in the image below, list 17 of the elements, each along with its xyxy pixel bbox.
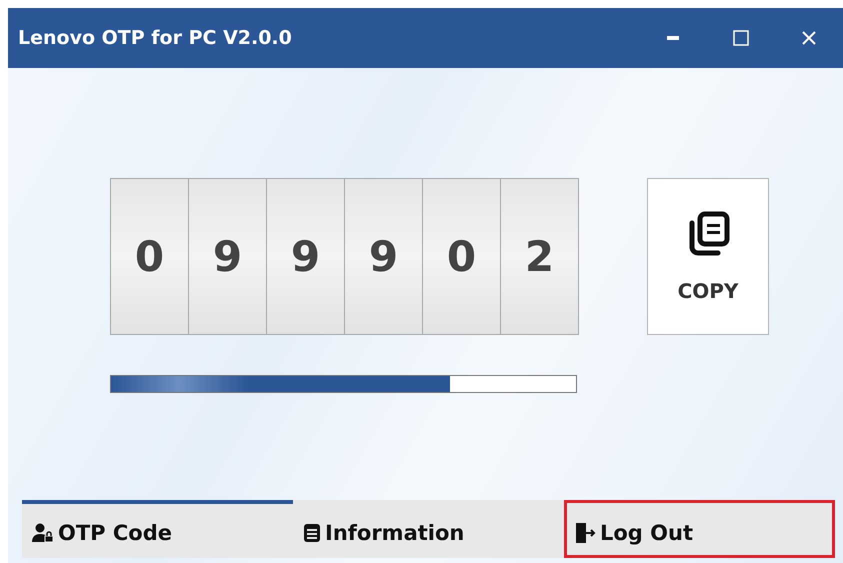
maximize-icon xyxy=(733,30,749,46)
user-lock-icon xyxy=(32,523,54,543)
otp-digit: 0 xyxy=(422,179,500,334)
otp-digit: 9 xyxy=(344,179,422,334)
copy-button[interactable]: COPY xyxy=(647,178,769,335)
document-icon xyxy=(303,523,321,543)
otp-digit: 9 xyxy=(266,179,344,334)
close-icon xyxy=(802,31,816,45)
minimize-icon xyxy=(667,36,679,40)
otp-digit: 9 xyxy=(188,179,266,334)
tab[interactable]: Information xyxy=(293,500,564,558)
exit-door-icon xyxy=(574,522,596,544)
otp-digit: 2 xyxy=(500,179,578,334)
window-title: Lenovo OTP for PC V2.0.0 xyxy=(18,27,293,49)
tab[interactable]: OTP Code xyxy=(22,500,293,558)
otp-digit: 0 xyxy=(111,179,188,334)
tab[interactable]: Log Out xyxy=(564,500,835,558)
